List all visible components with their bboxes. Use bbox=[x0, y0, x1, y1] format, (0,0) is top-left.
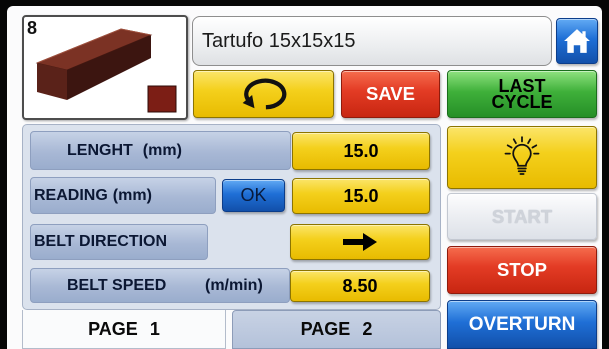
recipe-slot-number: 8 bbox=[27, 18, 38, 38]
reading-row: READING (mm) OK 15.0 bbox=[23, 177, 440, 214]
belt-direction-button[interactable] bbox=[290, 224, 430, 260]
reading-label-box: READING (mm) bbox=[30, 177, 216, 214]
bar-product-icon bbox=[35, 28, 177, 113]
hmi-screen: 8 Tartufo 15x15x15 SAVE LAST CYCLE LENGH… bbox=[0, 0, 609, 349]
belt-speed-value-text: 8.50 bbox=[342, 275, 378, 296]
lightbulb-icon bbox=[504, 135, 540, 175]
start-button[interactable]: START bbox=[447, 193, 597, 240]
belt-speed-value[interactable]: 8.50 bbox=[290, 270, 430, 302]
last-cycle-label-line2: CYCLE bbox=[491, 92, 553, 112]
recipe-name-text: Tartufo 15x15x15 bbox=[202, 29, 356, 52]
last-cycle-button[interactable]: LAST CYCLE bbox=[447, 70, 597, 118]
length-value-text: 15.0 bbox=[343, 140, 379, 161]
home-icon bbox=[564, 29, 590, 53]
belt-direction-label-box: BELT DIRECTION bbox=[30, 224, 208, 260]
length-value[interactable]: 15.0 bbox=[292, 132, 430, 170]
start-label: START bbox=[491, 205, 553, 227]
bar-cross-section-icon bbox=[147, 85, 177, 113]
tab-page-1-number: 1 bbox=[149, 318, 160, 339]
belt-direction-label: BELT DIRECTION bbox=[34, 233, 168, 250]
tab-page-2-label: PAGE bbox=[300, 319, 351, 339]
save-button[interactable]: SAVE bbox=[341, 70, 440, 118]
belt-direction-row: BELT DIRECTION bbox=[23, 224, 440, 260]
reading-ok-button[interactable]: OK bbox=[222, 179, 285, 212]
reading-ok-label: OK bbox=[240, 185, 267, 205]
length-unit: (mm) bbox=[142, 141, 182, 159]
belt-speed-unit: (m/min) bbox=[205, 276, 263, 294]
stop-button[interactable]: STOP bbox=[447, 246, 597, 294]
rotate-button[interactable] bbox=[193, 70, 334, 118]
overturn-button[interactable]: OVERTURN bbox=[447, 300, 597, 349]
product-preview: 8 bbox=[22, 15, 188, 120]
light-button[interactable] bbox=[447, 126, 597, 189]
belt-speed-row: BELT SPEED (m/min) 8.50 bbox=[23, 268, 440, 303]
reading-value-text: 15.0 bbox=[343, 185, 379, 206]
tab-page-2-number: 2 bbox=[362, 319, 373, 339]
save-label: SAVE bbox=[365, 83, 415, 104]
rotate-icon bbox=[242, 78, 286, 110]
reading-value[interactable]: 15.0 bbox=[292, 178, 430, 214]
length-row: LENGHT (mm) 15.0 bbox=[23, 131, 440, 171]
length-label-box: LENGHT (mm) bbox=[30, 131, 291, 170]
tab-page-1[interactable]: PAGE 1 bbox=[22, 310, 226, 349]
overturn-label: OVERTURN bbox=[468, 313, 576, 335]
stop-label: STOP bbox=[496, 259, 548, 280]
tab-page-1-label: PAGE bbox=[88, 318, 138, 339]
recipe-name-field[interactable]: Tartufo 15x15x15 bbox=[192, 16, 552, 66]
home-button[interactable] bbox=[556, 18, 598, 64]
length-label: LENGHT bbox=[67, 141, 133, 159]
arrow-right-icon bbox=[343, 233, 377, 251]
reading-label: READING bbox=[34, 186, 108, 204]
belt-speed-label: BELT SPEED bbox=[67, 276, 167, 294]
belt-speed-label-box: BELT SPEED (m/min) bbox=[30, 268, 290, 303]
reading-unit: (mm) bbox=[112, 186, 152, 204]
parameters-panel: LENGHT (mm) 15.0 READING (mm) OK 15.0 BE… bbox=[22, 124, 441, 310]
tab-page-2[interactable]: PAGE 2 bbox=[232, 310, 441, 349]
